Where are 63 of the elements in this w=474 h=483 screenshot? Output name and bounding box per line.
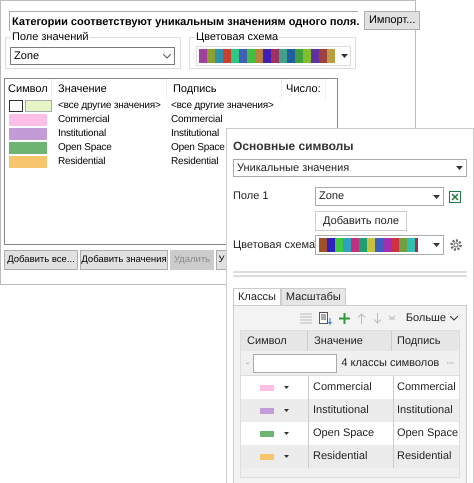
spreadsheet-icon[interactable] <box>449 190 461 202</box>
field-select[interactable]: Zone <box>315 187 444 206</box>
action-button[interactable]: Добавить значения <box>80 250 168 270</box>
column-header[interactable]: Подпись <box>392 331 459 351</box>
color-swatch[interactable] <box>260 430 274 436</box>
filter-field[interactable] <box>253 354 338 372</box>
color-swatch[interactable] <box>260 384 274 390</box>
table-cell: Open Space <box>171 141 225 155</box>
sort-icon[interactable] <box>388 315 395 321</box>
action-button[interactable]: Добавить все... <box>4 250 78 270</box>
tab[interactable]: Масштабы <box>280 288 346 305</box>
table-cell: Institutional <box>171 127 219 141</box>
tab[interactable]: Классы <box>233 288 281 305</box>
caret-icon <box>433 194 440 198</box>
column-header[interactable]: Символ <box>241 331 308 351</box>
add-field-button[interactable]: Добавить поле <box>315 211 408 231</box>
color-swatch[interactable] <box>260 408 274 414</box>
color-scheme-select[interactable] <box>315 235 444 255</box>
caret-icon[interactable] <box>284 432 289 435</box>
column-header[interactable]: Подпись <box>167 79 282 99</box>
field-label: Поле 1 <box>233 189 270 204</box>
table-cell: Open Space <box>58 141 112 155</box>
column-header[interactable]: Значение <box>308 331 392 351</box>
column-header[interactable]: Значение <box>52 79 167 99</box>
caret-icon <box>341 54 348 58</box>
settings-icon[interactable] <box>449 238 463 252</box>
chevron-icon <box>163 54 171 58</box>
chevron-icon <box>450 316 458 320</box>
table-cell: Commercial <box>58 113 110 127</box>
class-count: 4 классы символов <box>341 356 440 371</box>
column-header[interactable]: Символ <box>5 79 52 99</box>
action-button[interactable]: У <box>216 250 227 270</box>
method-select[interactable]: Уникальные значения <box>233 159 467 177</box>
up-arrow-icon[interactable] <box>356 312 366 324</box>
color-scheme-label: Цветовая схема <box>233 238 315 253</box>
pane-title: Основные символы <box>232 138 355 155</box>
table-cell: Commercial <box>171 113 222 127</box>
caret-icon[interactable] <box>284 455 289 458</box>
list-icon[interactable] <box>300 312 312 324</box>
table-cell: Residential <box>58 155 106 169</box>
group-legend: Цветовая схема <box>195 30 280 44</box>
caret-icon[interactable] <box>284 386 289 389</box>
table-cell: Residential <box>171 155 218 169</box>
table-cell-text: Institutional <box>396 403 453 418</box>
table-cell-text: Residential <box>396 449 452 464</box>
more-icon[interactable] <box>447 361 454 365</box>
document-icon[interactable] <box>318 312 332 324</box>
more-button[interactable]: Больше <box>406 310 458 326</box>
caret-icon[interactable] <box>284 409 289 412</box>
table-cell: Residential <box>309 445 394 468</box>
add-icon[interactable] <box>338 312 350 324</box>
table-cell-text: Commercial <box>396 380 456 395</box>
color-swatch[interactable] <box>260 454 274 460</box>
caret-icon <box>433 243 440 247</box>
column-header[interactable]: Число: <box>282 79 326 99</box>
table-cell: <все другие значения> <box>171 99 274 113</box>
table-cell: Institutional <box>58 127 106 141</box>
table-cell-text: Open Space <box>396 426 458 441</box>
table-cell: <все другие значения> <box>58 99 161 113</box>
caret-icon <box>456 166 463 170</box>
value-field-select[interactable]: Zone <box>10 47 175 65</box>
import-button[interactable]: Импорт... <box>364 11 420 30</box>
down-arrow-icon[interactable] <box>372 312 382 324</box>
